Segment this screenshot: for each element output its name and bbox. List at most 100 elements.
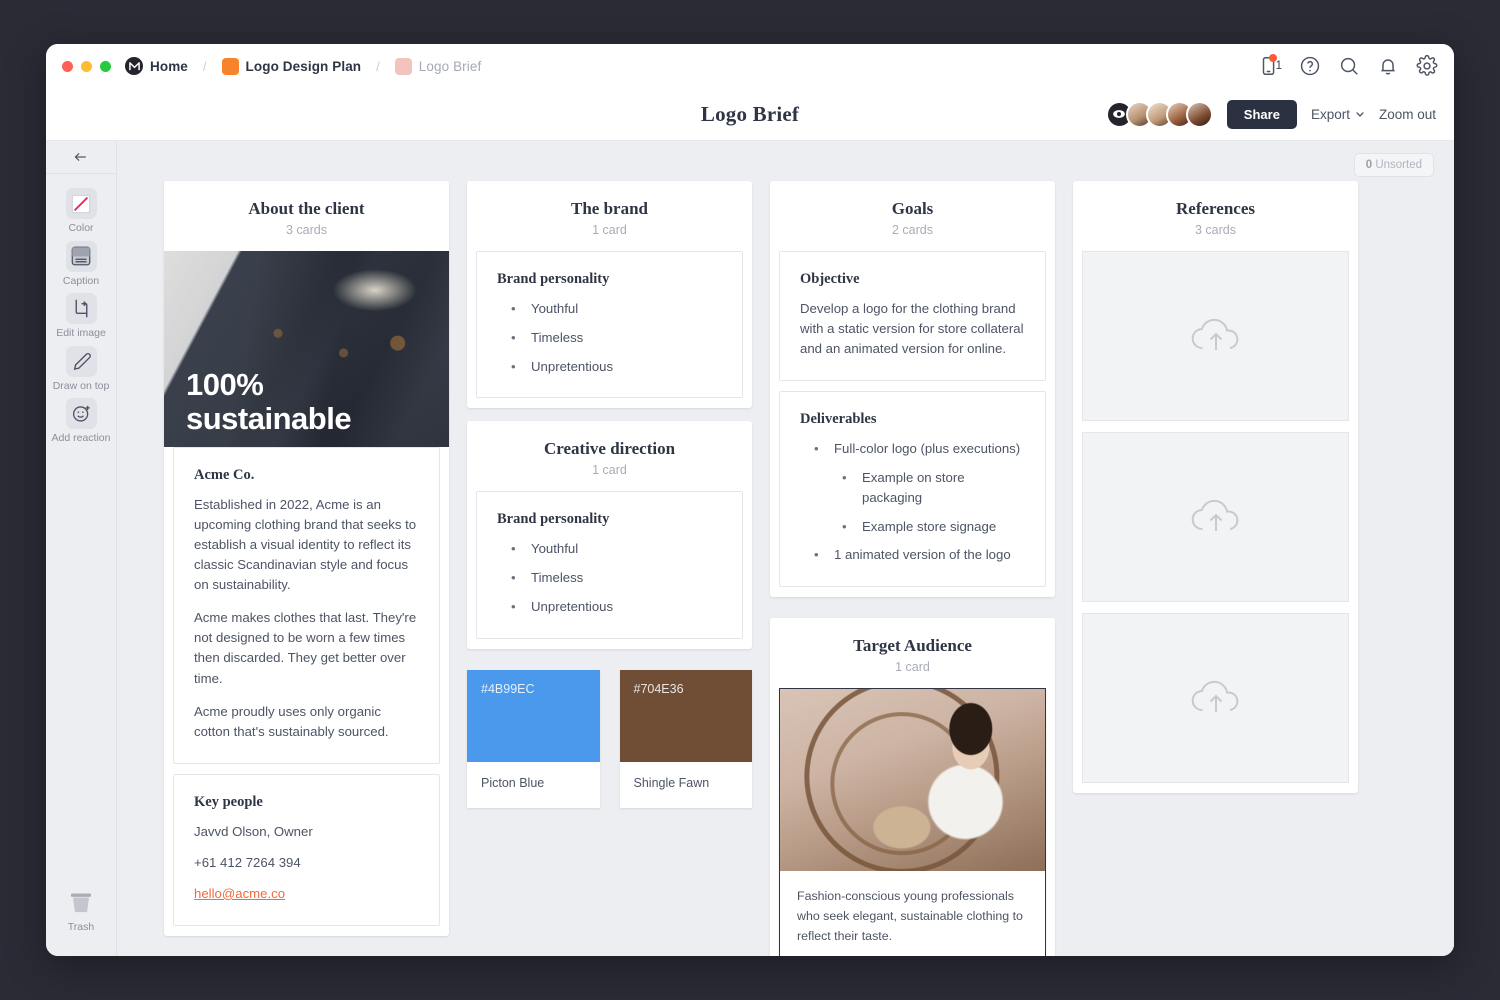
column-card-count: 1 card	[895, 660, 930, 675]
arrow-left-icon	[74, 153, 86, 161]
card-heading: Brand personality	[497, 511, 610, 528]
column-card-wrap: Key people Javvd Olson, Owner +61 412 72…	[164, 773, 449, 936]
note-card-objective[interactable]: Objective Develop a logo for the clothin…	[779, 251, 1046, 382]
tool-list: Color Caption Edit image Draw on top Add…	[48, 174, 114, 445]
maximize-window-button[interactable]	[100, 60, 111, 72]
column-header[interactable]: References 3 cards	[1073, 181, 1358, 251]
reference-upload-placeholder[interactable]	[1082, 613, 1349, 783]
swatch-name-label: Shingle Fawn	[633, 775, 710, 790]
column-title: Target Audience	[853, 636, 972, 656]
board-column-goals: Goals 2 cards Objective Develop a logo f…	[770, 181, 1055, 956]
sidebar-tool-draw-on-top[interactable]: Draw on top	[48, 345, 114, 393]
search-icon[interactable]	[1338, 55, 1360, 77]
color-swatch-picton-blue[interactable]: #4B99EC Picton Blue	[467, 669, 600, 808]
column-card-count: 1 card	[592, 463, 627, 478]
zoom-out-button[interactable]: Zoom out	[1379, 107, 1436, 122]
emoji-icon	[65, 398, 97, 430]
list-item: Timeless	[497, 568, 722, 588]
unsorted-badge[interactable]: 0 Unsorted	[1353, 153, 1434, 177]
breadcrumb-item-logo-brief[interactable]: Logo Brief	[419, 59, 482, 74]
column-card-wrap: Fashion-conscious young professionals wh…	[770, 688, 1055, 956]
column-card-count: 3 cards	[1195, 223, 1236, 237]
reference-upload-placeholder[interactable]	[1082, 432, 1349, 602]
column-card-wrap: Objective Develop a logo for the clothin…	[770, 251, 1055, 391]
breadcrumb: Home / Logo Design Plan / Logo Brief	[125, 57, 481, 75]
color-swatch-shingle-fawn[interactable]: #704E36 Shingle Fawn	[619, 669, 752, 808]
milanote-logo-icon	[125, 57, 143, 75]
board-column-about-the-client: About the client 3 cards 100% sustainabl…	[164, 181, 449, 936]
card-paragraph: Established in 2022, Acme is an upcoming…	[194, 497, 417, 593]
mobile-app-button[interactable]: 1	[1258, 54, 1282, 77]
topbar-actions: 1	[1258, 54, 1438, 77]
sidebar-trash[interactable]: Trash	[66, 888, 96, 934]
card-paragraph: Acme proudly uses only organic cotton th…	[194, 703, 389, 739]
column-header[interactable]: About the client 3 cards	[164, 181, 449, 251]
note-card-acme-co[interactable]: Acme Co. Established in 2022, Acme is an…	[173, 447, 440, 764]
image-card-target-audience[interactable]: Fashion-conscious young professionals wh…	[779, 688, 1046, 956]
share-button[interactable]: Share	[1226, 99, 1297, 129]
key-person-email-link[interactable]: hello@acme.co	[194, 884, 419, 904]
column-card-group: The brand 1 card Brand personality Youth…	[467, 181, 752, 409]
avatar[interactable]	[1185, 100, 1213, 128]
trash-icon	[71, 893, 91, 913]
column-header[interactable]: Target Audience 1 card	[770, 618, 1055, 689]
note-card-key-people[interactable]: Key people Javvd Olson, Owner +61 412 72…	[173, 773, 440, 926]
settings-icon[interactable]	[1416, 55, 1438, 77]
note-card-deliverables[interactable]: Deliverables Full-color logo (plus execu…	[779, 391, 1046, 588]
breadcrumb-item-home[interactable]: Home	[150, 59, 188, 74]
sidebar-tool-label: Caption	[62, 274, 100, 287]
caption-icon	[65, 240, 97, 272]
column-header[interactable]: Goals 2 cards	[770, 181, 1055, 251]
sidebar-tool-label: Edit image	[56, 327, 106, 340]
image-overlay-line2: sustainable	[186, 400, 352, 436]
app-body: Color Caption Edit image Draw on top Add…	[46, 141, 1454, 956]
board-column-brand: The brand 1 card Brand personality Youth…	[467, 181, 752, 808]
board-columns: About the client 3 cards 100% sustainabl…	[117, 141, 1454, 956]
sidebar-tool-edit-image[interactable]: Edit image	[48, 293, 114, 340]
list-item-sub: Example on store packaging	[800, 468, 1025, 508]
column-header[interactable]: The brand 1 card	[467, 181, 752, 251]
column-card-group-target-audience: Target Audience 1 card Fashion-conscious…	[770, 618, 1055, 956]
help-icon[interactable]	[1299, 55, 1321, 77]
card-heading: Key people	[194, 793, 263, 810]
breadcrumb-item-logo-design-plan[interactable]: Logo Design Plan	[246, 59, 362, 74]
export-button[interactable]: Export	[1311, 107, 1365, 122]
sidebar-back-button[interactable]	[46, 141, 116, 174]
swatch-name-label: Picton Blue	[481, 775, 545, 790]
list-item: Timeless	[497, 328, 722, 348]
sidebar-tool-label: Color	[68, 222, 94, 234]
list-item: Youthful	[497, 539, 722, 559]
image-caption: Fashion-conscious young professionals wh…	[797, 889, 1023, 944]
key-person-name: Javvd Olson, Owner	[194, 823, 313, 839]
card-heading: Brand personality	[497, 271, 610, 287]
sidebar-tool-caption[interactable]: Caption	[48, 240, 114, 288]
sidebar-tool-add-reaction[interactable]: Add reaction	[48, 398, 114, 445]
column-card-wrap: Deliverables Full-color logo (plus execu…	[770, 391, 1055, 597]
board-column-references: References 3 cards	[1073, 181, 1358, 793]
app-window: Home / Logo Design Plan / Logo Brief 1 L…	[46, 44, 1454, 956]
notifications-icon[interactable]	[1377, 55, 1399, 77]
board-canvas[interactable]: 0 Unsorted About the client 3 cards 100%	[117, 141, 1454, 956]
document-header: Logo Brief Share Export Zoom out	[46, 88, 1454, 141]
pen-icon	[65, 345, 97, 377]
close-window-button[interactable]	[62, 60, 73, 72]
sidebar-tool-label: Add reaction	[51, 432, 111, 445]
bullet-list: Full-color logo (plus executions) Exampl…	[800, 439, 1025, 565]
image-overlay-line1: 100%	[186, 367, 264, 403]
card-paragraph: Acme makes clothes that last. They're no…	[194, 610, 417, 686]
column-title: Goals	[891, 199, 934, 218]
reference-upload-placeholder[interactable]	[1082, 251, 1349, 421]
client-denim-image[interactable]: 100% sustainable	[164, 251, 449, 447]
column-header[interactable]: Creative direction 1 card	[467, 421, 752, 492]
sidebar-tool-color[interactable]: Color	[48, 188, 114, 235]
column-title: References	[1176, 199, 1255, 218]
breadcrumb-separator: /	[202, 58, 207, 74]
cloud-upload-icon	[1191, 499, 1238, 531]
minimize-window-button[interactable]	[81, 60, 92, 72]
presence-avatars[interactable]	[1105, 100, 1213, 128]
column-card-group: References 3 cards	[1073, 181, 1358, 793]
list-item: Unpretentious	[497, 357, 722, 377]
chevron-down-icon	[1356, 112, 1364, 117]
note-card-brand-personality-2[interactable]: Brand personality Youthful Timeless Unpr…	[476, 491, 743, 639]
note-card-brand-personality[interactable]: Brand personality Youthful Timeless Unpr…	[476, 251, 743, 399]
